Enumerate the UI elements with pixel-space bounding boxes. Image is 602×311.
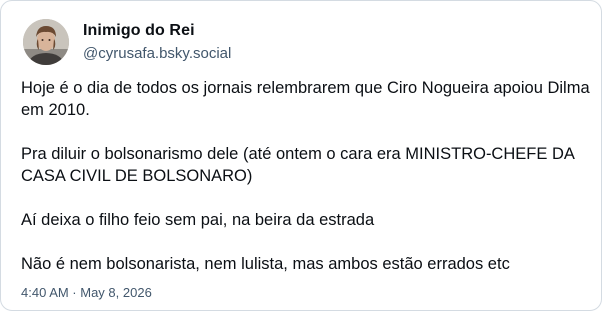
post-paragraph: Aí deixa o filho feio sem pai, na beira … bbox=[21, 211, 375, 229]
post-paragraph: Pra diluir o bolsonarismo dele (até onte… bbox=[21, 145, 574, 185]
user-avatar-icon bbox=[23, 19, 69, 65]
avatar[interactable] bbox=[23, 19, 69, 65]
post-text: Hoje é o dia de todos os jornais relembr… bbox=[21, 77, 591, 275]
post-header: Inimigo do Rei @cyrusafa.bsky.social bbox=[23, 19, 231, 65]
author-handle[interactable]: @cyrusafa.bsky.social bbox=[83, 44, 231, 64]
author-names: Inimigo do Rei @cyrusafa.bsky.social bbox=[83, 21, 231, 64]
post-paragraph: Não é nem bolsonarista, nem lulista, mas… bbox=[21, 255, 510, 273]
post-paragraph: Hoje é o dia de todos os jornais relembr… bbox=[21, 79, 590, 119]
post-timestamp[interactable]: 4:40 AM · May 8, 2026 bbox=[21, 285, 152, 301]
post-card[interactable]: Inimigo do Rei @cyrusafa.bsky.social Hoj… bbox=[0, 0, 602, 311]
author-display-name[interactable]: Inimigo do Rei bbox=[83, 21, 231, 41]
